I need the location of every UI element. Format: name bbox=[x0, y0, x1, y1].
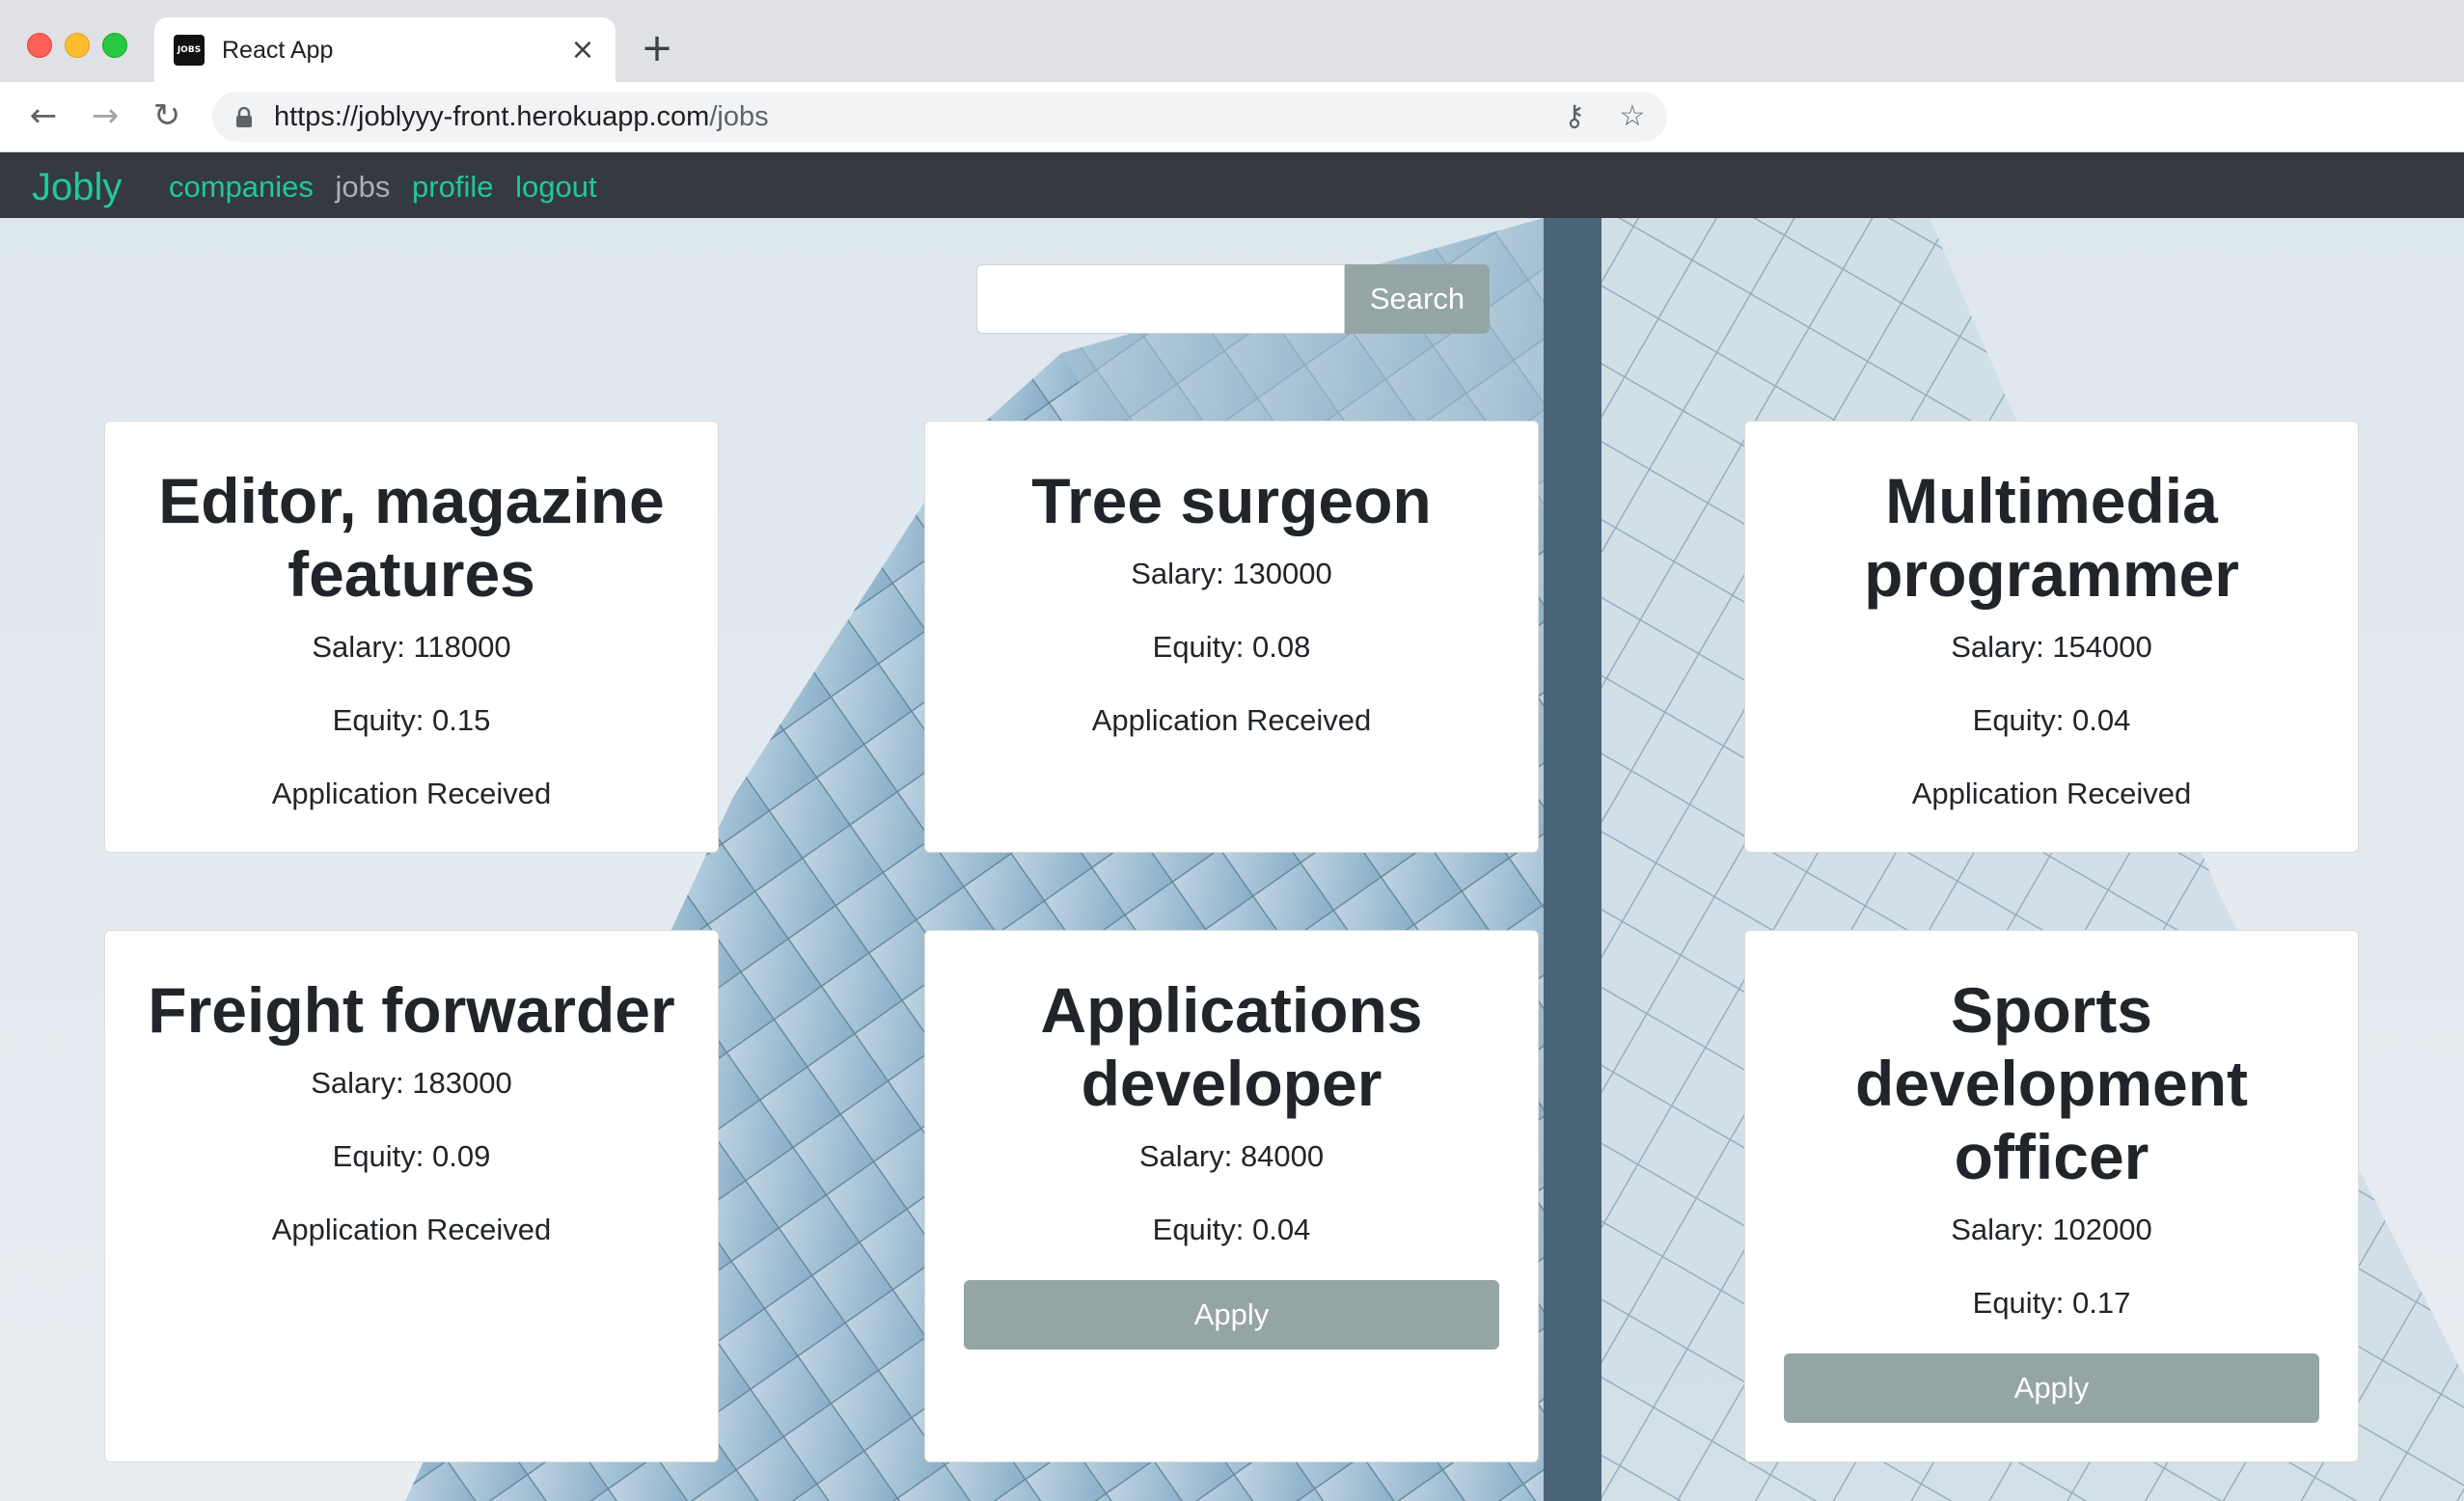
job-equity: Equity: 0.04 bbox=[1152, 1213, 1311, 1246]
favicon-icon: JOBS bbox=[174, 35, 205, 66]
url-host: https://joblyyy-front.herokuapp.com bbox=[274, 101, 710, 132]
job-equity: Equity: 0.09 bbox=[332, 1139, 491, 1173]
jobs-page: Search Editor, magazine features Salary:… bbox=[0, 218, 2464, 1501]
job-salary: Salary: 183000 bbox=[311, 1066, 512, 1100]
job-card: Tree surgeon Salary: 130000 Equity: 0.08… bbox=[924, 421, 1539, 853]
reload-icon[interactable]: ↻ bbox=[145, 94, 189, 138]
zoom-window-icon[interactable] bbox=[102, 33, 127, 58]
nav-link-profile[interactable]: profile bbox=[412, 170, 493, 204]
nav-link-companies[interactable]: companies bbox=[169, 170, 314, 204]
job-equity: Equity: 0.15 bbox=[332, 703, 491, 737]
forward-arrow-icon[interactable]: → bbox=[83, 94, 127, 138]
minimize-window-icon[interactable] bbox=[65, 33, 90, 58]
app-navbar: Jobly companies jobs profile logout bbox=[0, 152, 2464, 218]
job-title: Freight forwarder bbox=[148, 974, 675, 1046]
tab-close-icon[interactable]: × bbox=[565, 33, 600, 68]
job-equity: Equity: 0.17 bbox=[1972, 1286, 2131, 1320]
job-card: Freight forwarder Salary: 183000 Equity:… bbox=[104, 930, 719, 1462]
job-title: Tree surgeon bbox=[1031, 465, 1432, 536]
browser-tab-strip: JOBS React App × + bbox=[0, 0, 2464, 82]
new-tab-icon[interactable]: + bbox=[637, 29, 677, 69]
url-text: https://joblyyy-front.herokuapp.com/jobs bbox=[274, 92, 769, 142]
browser-tab[interactable]: JOBS React App × bbox=[154, 17, 616, 82]
browser-toolbar: ← → ↻ https://joblyyy-front.herokuapp.co… bbox=[0, 82, 2464, 220]
job-salary: Salary: 84000 bbox=[1138, 1139, 1325, 1173]
application-status: Application Received bbox=[271, 777, 552, 810]
job-equity: Equity: 0.08 bbox=[1152, 630, 1311, 664]
close-window-icon[interactable] bbox=[27, 33, 52, 58]
lock-icon bbox=[236, 106, 252, 127]
application-status: Application Received bbox=[271, 1213, 552, 1246]
search-input[interactable] bbox=[976, 264, 1345, 334]
application-status: Application Received bbox=[1091, 703, 1372, 737]
bookmark-star-icon[interactable]: ☆ bbox=[1617, 101, 1648, 132]
job-salary: Salary: 130000 bbox=[1131, 557, 1332, 590]
search-button[interactable]: Search bbox=[1345, 264, 1490, 334]
tab-title: React App bbox=[222, 37, 334, 64]
nav-link-logout[interactable]: logout bbox=[515, 170, 596, 204]
job-card: Editor, magazine features Salary: 118000… bbox=[104, 421, 719, 853]
job-title: Sports development officer bbox=[1854, 974, 2249, 1192]
nav-link-jobs[interactable]: jobs bbox=[336, 170, 391, 204]
job-title: Multimedia programmer bbox=[1864, 465, 2239, 610]
url-path: /jobs bbox=[709, 101, 769, 132]
nav-links: companies jobs profile logout bbox=[169, 152, 611, 222]
application-status: Application Received bbox=[1911, 777, 2192, 810]
job-card: Applications developer Salary: 84000 Equ… bbox=[924, 930, 1539, 1462]
address-bar[interactable]: https://joblyyy-front.herokuapp.com/jobs… bbox=[212, 92, 1667, 142]
job-card: Sports development officer Salary: 10200… bbox=[1744, 930, 2359, 1462]
back-arrow-icon[interactable]: ← bbox=[21, 94, 66, 138]
job-equity: Equity: 0.04 bbox=[1972, 703, 2131, 737]
job-card: Multimedia programmer Salary: 154000 Equ… bbox=[1744, 421, 2359, 853]
apply-button[interactable]: Apply bbox=[1784, 1353, 2319, 1423]
brand-link[interactable]: Jobly bbox=[32, 152, 122, 222]
job-title: Applications developer bbox=[1040, 974, 1423, 1119]
job-salary: Salary: 102000 bbox=[1951, 1213, 2152, 1246]
apply-button[interactable]: Apply bbox=[964, 1280, 1499, 1350]
key-icon[interactable]: ⚷ bbox=[1559, 101, 1590, 132]
job-title: Editor, magazine features bbox=[158, 465, 665, 610]
job-salary: Salary: 154000 bbox=[1951, 630, 2152, 664]
job-salary: Salary: 118000 bbox=[312, 630, 511, 664]
